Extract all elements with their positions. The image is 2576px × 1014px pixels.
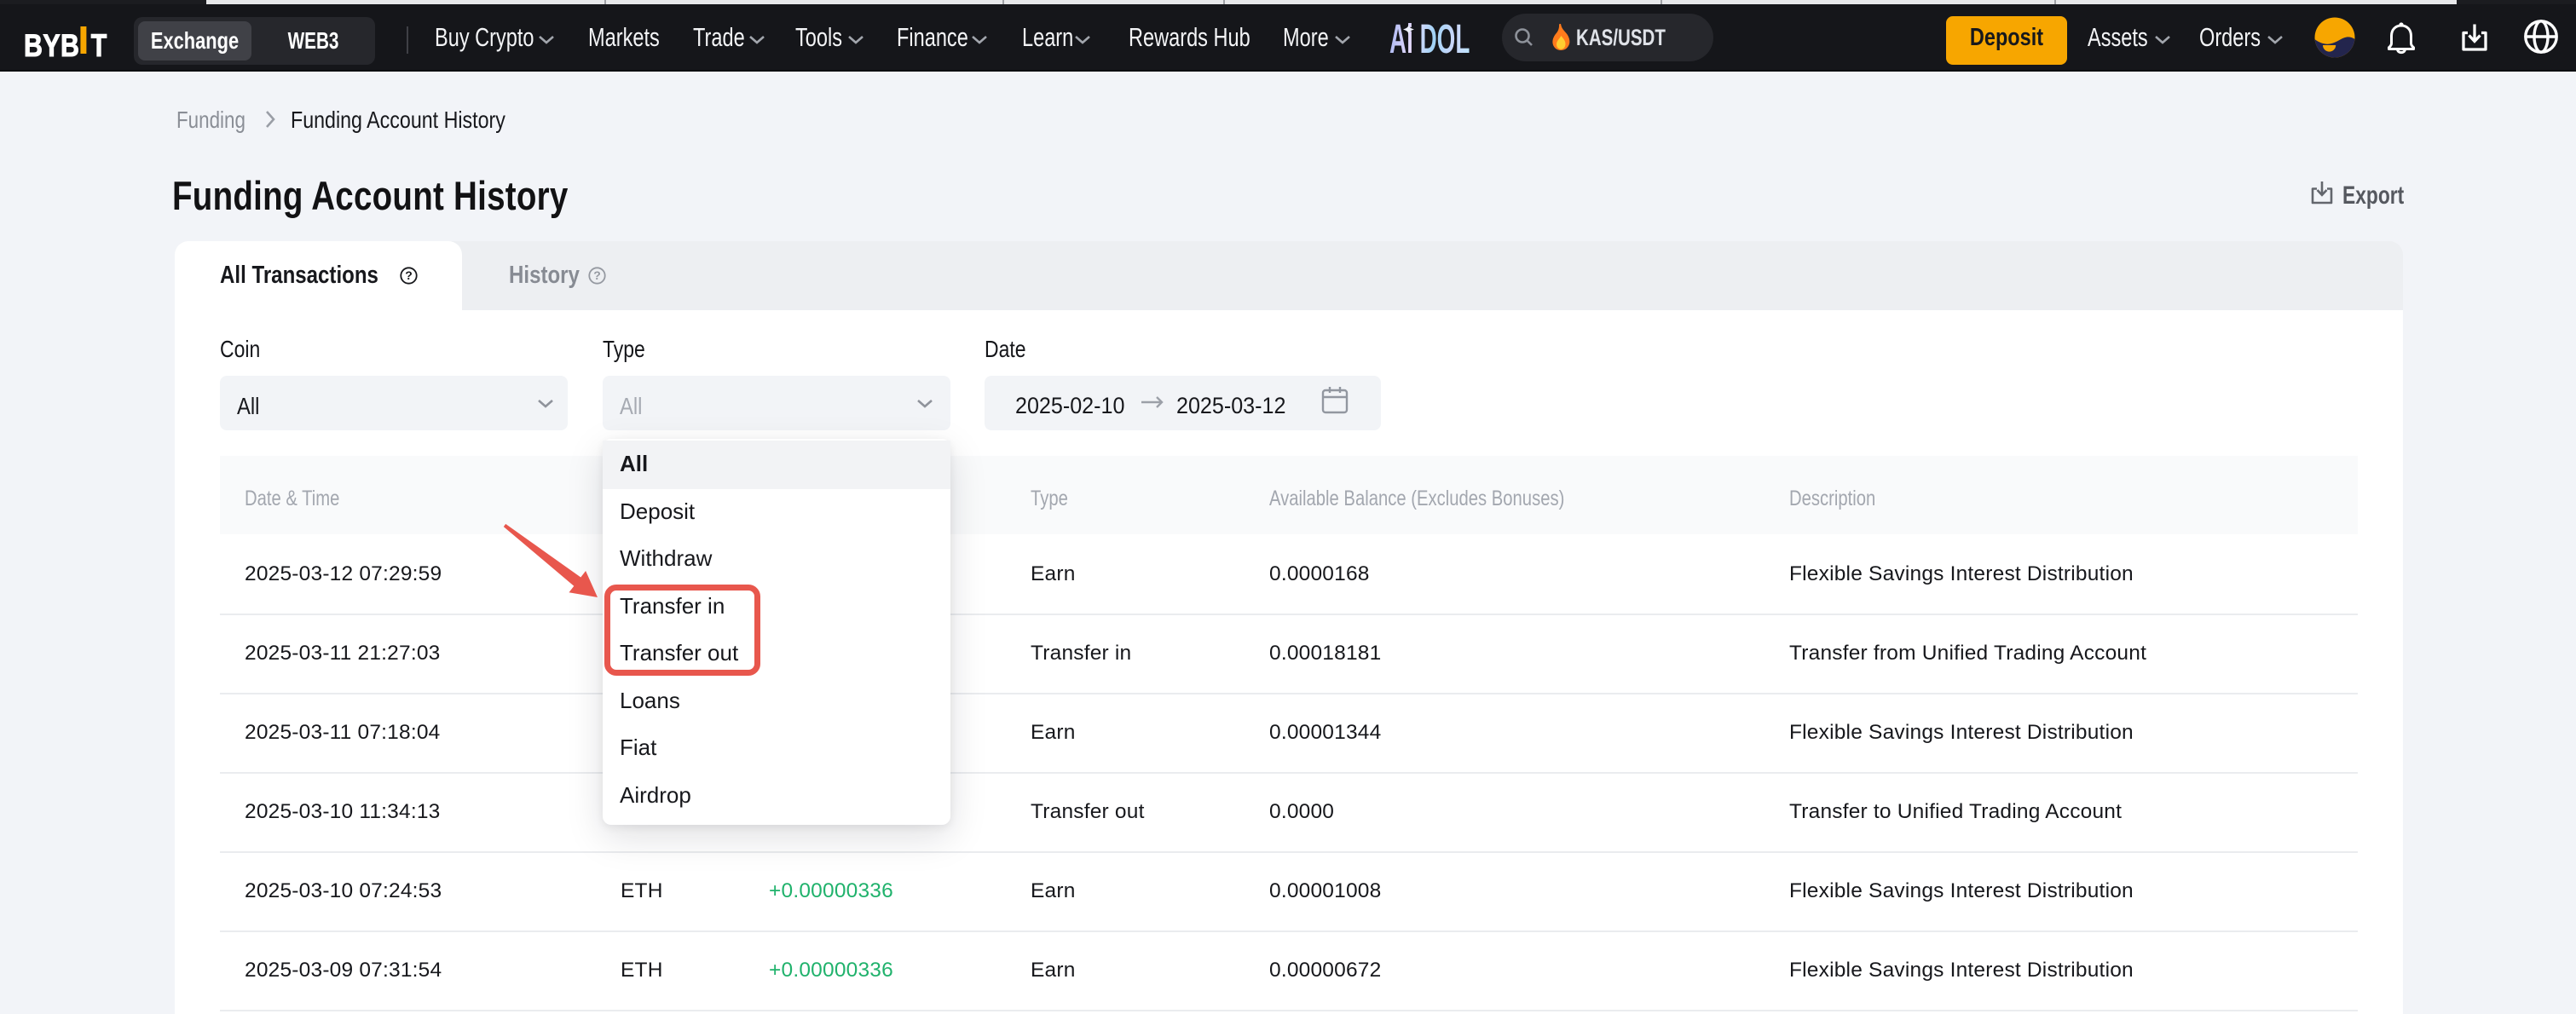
svg-text:BYB: BYB: [24, 28, 79, 60]
svg-text:?: ?: [593, 268, 601, 282]
svg-text:?: ?: [405, 268, 413, 282]
svg-text:T: T: [91, 28, 107, 60]
